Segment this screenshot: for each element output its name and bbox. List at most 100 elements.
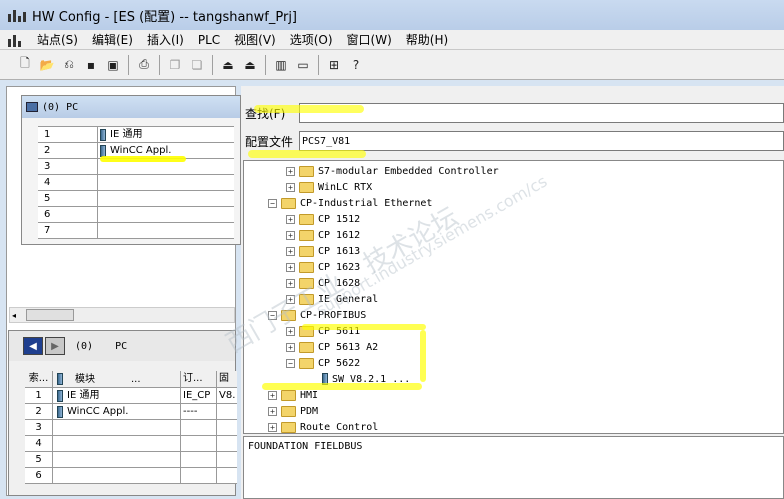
rack-row[interactable]: 2 WinCC Appl.	[38, 143, 234, 159]
table-row[interactable]: 2 WinCC Appl. ----	[25, 404, 237, 420]
tree-item[interactable]: + PDM	[268, 403, 318, 419]
download-icon[interactable]: ⏏	[219, 56, 237, 74]
row-index: 3	[25, 420, 53, 435]
expand-icon[interactable]: +	[268, 422, 277, 432]
menu-plc[interactable]: PLC	[191, 30, 227, 50]
print-icon[interactable]: ⎙	[135, 56, 153, 74]
table-row[interactable]: 5	[25, 452, 237, 468]
tree-item[interactable]: + Route Control	[268, 419, 378, 433]
rack-row[interactable]: 7	[38, 223, 234, 239]
open-folder-icon[interactable]: 📂	[38, 56, 56, 74]
folder-icon	[299, 325, 314, 337]
catalog-tree[interactable]: + S7-modular Embedded Controller + WinLC R…	[243, 160, 784, 434]
save-compile-icon[interactable]: ▣	[104, 56, 122, 74]
module-icon	[57, 373, 63, 385]
tree-item-selected[interactable]: SW V8.2.1 ...	[322, 371, 410, 387]
expand-icon[interactable]: +	[286, 230, 295, 240]
menu-help[interactable]: 帮助(H)	[399, 30, 455, 50]
rack-module: WinCC Appl.	[110, 145, 172, 156]
window-menu-icon[interactable]	[8, 33, 26, 47]
rack-row[interactable]: 4	[38, 175, 234, 191]
row-order	[181, 468, 217, 483]
col-module[interactable]: 模块...	[53, 371, 181, 387]
tree-item[interactable]: + IE General	[286, 291, 378, 307]
table-row[interactable]: 1 IE 通用 IE_CP V8.	[25, 388, 237, 404]
table-row[interactable]: 6	[25, 468, 237, 484]
scroll-left-icon[interactable]: ◂	[12, 311, 16, 320]
expand-icon[interactable]: +	[286, 294, 295, 304]
tree-item[interactable]: + CP 5613 A2	[286, 339, 378, 355]
expand-icon[interactable]: +	[286, 278, 295, 288]
table-row[interactable]: 4	[25, 436, 237, 452]
upload-icon[interactable]: ⏏	[241, 56, 259, 74]
col-order[interactable]: 订...	[181, 371, 217, 387]
expand-icon[interactable]: +	[286, 342, 295, 352]
menu-window[interactable]: 窗口(W)	[340, 30, 399, 50]
expand-icon[interactable]: +	[268, 390, 277, 400]
detail-nav: ◀ ▶ (0) PC	[9, 331, 235, 361]
tree-item[interactable]: + CP 1512	[286, 211, 360, 227]
module-icon	[100, 128, 106, 141]
tree-item[interactable]: + CP 1628	[286, 275, 360, 291]
paste-icon[interactable]: ❏	[188, 56, 206, 74]
copy-icon[interactable]: ❐	[166, 56, 184, 74]
collapse-icon[interactable]: −	[268, 310, 277, 320]
tree-item[interactable]: + CP 1613	[286, 243, 360, 259]
table-row[interactable]: 3	[25, 420, 237, 436]
tree-item[interactable]: − CP-PROFIBUS	[268, 307, 366, 323]
new-file-icon[interactable]: 🗋	[16, 56, 34, 74]
row-module: IE 通用	[67, 390, 100, 401]
tree-item[interactable]: − CP-Industrial Ethernet	[268, 195, 432, 211]
rack-module: IE 通用	[110, 129, 143, 140]
rack-row[interactable]: 3	[38, 159, 234, 175]
module-icon	[322, 373, 328, 385]
menu-bar: 站点(S) 编辑(E) 插入(I) PLC 视图(V) 选项(O) 窗口(W) …	[0, 30, 784, 50]
row-firmware	[217, 452, 237, 467]
rack-row[interactable]: 1 IE 通用	[38, 127, 234, 143]
toolbar-separator	[212, 54, 213, 75]
menu-station[interactable]: 站点(S)	[30, 30, 85, 50]
tree-item[interactable]: + CP 1612	[286, 227, 360, 243]
rack-window[interactable]: (0) PC 1 IE 通用 2 WinCC Appl. 3 4 5 6 7	[21, 95, 241, 245]
rack-header: (0) PC	[22, 96, 240, 118]
tree-item[interactable]: + S7-modular Embedded Controller	[286, 163, 499, 179]
col-index[interactable]: 索...	[25, 371, 53, 387]
menu-options[interactable]: 选项(O)	[283, 30, 340, 50]
window-icon[interactable]: ▭	[294, 56, 312, 74]
expand-icon[interactable]: +	[286, 214, 295, 224]
tree-item[interactable]: + HMI	[268, 387, 318, 403]
detail-rack-label: (0)	[75, 340, 94, 352]
forward-arrow-icon[interactable]: ▶	[45, 337, 65, 355]
expand-icon[interactable]: +	[286, 326, 295, 336]
expand-icon[interactable]: +	[286, 166, 295, 176]
back-arrow-icon[interactable]: ◀	[23, 337, 43, 355]
collapse-icon[interactable]: −	[268, 198, 277, 208]
save-icon[interactable]: ▪	[82, 56, 100, 74]
menu-edit[interactable]: 编辑(E)	[85, 30, 140, 50]
expand-icon[interactable]: +	[268, 406, 277, 416]
rack-slot: 1	[38, 127, 98, 142]
tree-item[interactable]: + WinLC RTX	[286, 179, 372, 195]
col-firmware[interactable]: 固	[217, 371, 237, 387]
search-input[interactable]	[299, 103, 784, 123]
expand-icon[interactable]: +	[286, 246, 295, 256]
tree-item[interactable]: − CP 5622	[286, 355, 360, 371]
rack-module	[98, 191, 234, 206]
rack-row[interactable]: 6	[38, 207, 234, 223]
help-icon[interactable]: ?	[347, 56, 365, 74]
menu-insert[interactable]: 插入(I)	[140, 30, 191, 50]
network-icon[interactable]: ⎌	[60, 56, 78, 74]
expand-icon[interactable]: +	[286, 262, 295, 272]
scroll-thumb[interactable]	[26, 309, 75, 321]
rack-row[interactable]: 5	[38, 191, 234, 207]
network-config-icon[interactable]: ⊞	[325, 56, 343, 74]
collapse-icon[interactable]: −	[286, 358, 295, 368]
menu-view[interactable]: 视图(V)	[227, 30, 283, 50]
catalog-icon[interactable]: ▥	[272, 56, 290, 74]
horizontal-scrollbar[interactable]: ◂	[9, 307, 235, 323]
tree-item[interactable]: + CP 1623	[286, 259, 360, 275]
tree-item[interactable]: + CP 5611	[286, 323, 360, 339]
expand-icon[interactable]: +	[286, 182, 295, 192]
profile-select[interactable]	[299, 131, 784, 151]
info-text: FOUNDATION FIELDBUS	[248, 441, 363, 452]
